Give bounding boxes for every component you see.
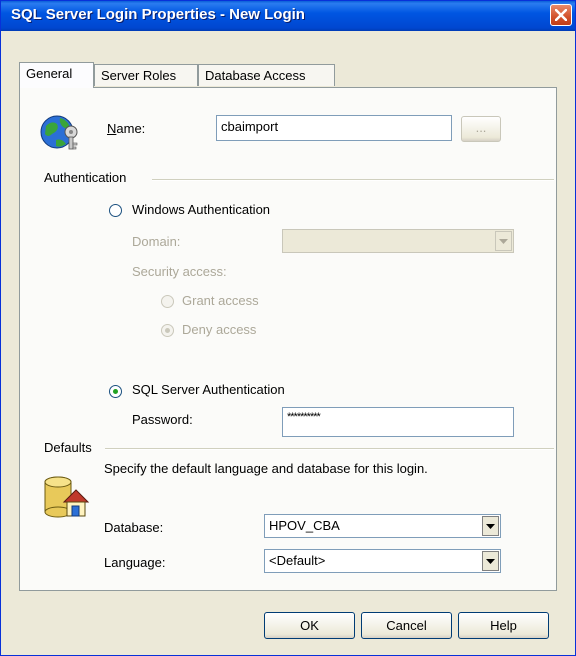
tab-server-roles[interactable]: Server Roles [94, 64, 198, 86]
sql-auth-label[interactable]: SQL Server Authentication [132, 382, 285, 397]
domain-label: Domain: [132, 234, 181, 249]
password-field[interactable]: ********** [282, 407, 514, 437]
database-house-icon [44, 476, 90, 518]
grant-access-radio [161, 295, 174, 308]
name-label: Name: [107, 121, 146, 136]
language-label: Language: [104, 555, 166, 570]
defaults-section-label: Defaults [44, 440, 92, 455]
tab-general[interactable]: General [19, 62, 94, 88]
name-field[interactable]: cbaimport [216, 115, 452, 141]
close-icon [555, 9, 567, 21]
browse-button: ... [461, 116, 501, 142]
window-title: SQL Server Login Properties - New Login [11, 6, 305, 23]
authentication-section-label: Authentication [44, 170, 127, 185]
globe-key-icon [40, 115, 78, 150]
windows-auth-radio[interactable] [109, 204, 122, 217]
general-tab-panel: Name: cbaimport ... Authentication Windo… [19, 87, 557, 591]
language-select[interactable]: <Default> [264, 549, 501, 573]
authentication-divider [152, 179, 554, 181]
cancel-button[interactable]: Cancel [361, 612, 452, 639]
password-label: Password: [132, 412, 193, 427]
chevron-down-icon [486, 524, 495, 529]
database-select-value: HPOV_CBA [269, 518, 340, 533]
sql-auth-radio[interactable] [109, 385, 122, 398]
security-access-label: Security access: [132, 264, 227, 279]
tab-database-access[interactable]: Database Access [198, 64, 335, 86]
database-label: Database: [104, 520, 164, 535]
title-bar[interactable]: SQL Server Login Properties - New Login [1, 1, 575, 31]
language-select-value: <Default> [269, 553, 326, 568]
database-select[interactable]: HPOV_CBA [264, 514, 501, 538]
ok-button[interactable]: OK [264, 612, 355, 639]
deny-access-label: Deny access [182, 322, 257, 337]
login-properties-dialog: SQL Server Login Properties - New Login … [0, 0, 576, 656]
chevron-down-icon [499, 239, 508, 244]
domain-select [282, 229, 514, 253]
defaults-description: Specify the default language and databas… [104, 461, 428, 476]
chevron-down-icon [486, 559, 495, 564]
grant-access-label: Grant access [182, 293, 259, 308]
deny-access-radio [161, 324, 174, 337]
windows-auth-label[interactable]: Windows Authentication [132, 202, 270, 217]
defaults-divider [105, 448, 554, 450]
close-button[interactable] [550, 4, 572, 26]
help-button[interactable]: Help [458, 612, 549, 639]
